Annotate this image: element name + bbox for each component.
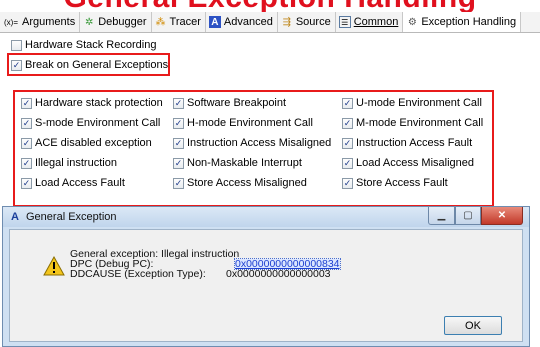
checkbox-checked-icon: ✓: [173, 117, 184, 129]
checkbox-label: Instruction Access Misaligned: [187, 137, 332, 149]
checkbox-checked-icon: ✓: [173, 157, 184, 169]
dialog-titlebar[interactable]: A General Exception ▁ ▢ ✕: [3, 207, 529, 227]
dialog-body: General exception: Illegal instruction D…: [9, 229, 523, 342]
exception-checkbox[interactable]: ✓ S-mode Environment Call: [21, 117, 160, 129]
checkbox-checked-icon: ✓: [342, 137, 353, 149]
page-banner-title: General Exception Handling: [0, 0, 540, 13]
advanced-icon: A: [208, 16, 221, 28]
tab-exception-handling[interactable]: ⚙ Exception Handling: [403, 12, 522, 32]
warning-icon: [43, 256, 65, 276]
checkbox-label: H-mode Environment Call: [187, 117, 313, 129]
checkbox-unchecked-icon: [11, 39, 22, 51]
tab-common[interactable]: ☰ Common: [336, 12, 404, 32]
checkbox-checked-icon: ✓: [21, 97, 32, 109]
exception-checkbox[interactable]: ✓ Illegal instruction: [21, 157, 117, 169]
checkbox-label: Load Access Misaligned: [356, 157, 475, 169]
ddcause-value: 0x0000000000000003: [226, 268, 331, 280]
checkbox-label: ACE disabled exception: [35, 137, 152, 149]
tab-label: Exception Handling: [421, 16, 517, 28]
checkbox-checked-icon: ✓: [11, 59, 22, 71]
checkbox-label: Hardware stack protection: [35, 97, 163, 109]
checkbox-label: S-mode Environment Call: [35, 117, 161, 129]
checkbox-checked-icon: ✓: [342, 157, 353, 169]
checkbox-label: Non-Maskable Interrupt: [187, 157, 302, 169]
checkbox-label: Store Access Fault: [356, 177, 448, 189]
checkbox-checked-icon: ✓: [21, 177, 32, 189]
exception-checkbox[interactable]: ✓ U-mode Environment Call: [342, 97, 482, 109]
checkbox-label: Load Access Fault: [35, 177, 125, 189]
tab-source[interactable]: ⇶ Source: [278, 12, 336, 32]
tab-debugger[interactable]: ✲ Debugger: [80, 12, 152, 32]
window-controls: ▁ ▢ ✕: [428, 207, 523, 225]
checkbox-checked-icon: ✓: [342, 177, 353, 189]
checkbox-label: Software Breakpoint: [187, 97, 287, 109]
exception-checkbox[interactable]: ✓ Store Access Fault: [342, 177, 448, 189]
exception-checkbox[interactable]: ✓ H-mode Environment Call: [173, 117, 313, 129]
checkbox-checked-icon: ✓: [173, 137, 184, 149]
trace-icon: ⁂: [155, 16, 166, 28]
checkbox-checked-icon: ✓: [21, 157, 32, 169]
launch-config-tabbar: (x)= Arguments ✲ Debugger ⁂ Tracer A Adv…: [0, 12, 540, 33]
exception-checkbox[interactable]: ✓ Load Access Misaligned: [342, 157, 474, 169]
tab-arguments[interactable]: (x)= Arguments: [0, 12, 81, 32]
gear-icon: ⚙: [407, 16, 417, 28]
minimize-button[interactable]: ▁: [428, 207, 455, 225]
tab-advanced[interactable]: A Advanced: [206, 12, 278, 32]
checkbox-label: Illegal instruction: [35, 157, 117, 169]
tab-label: Arguments: [22, 16, 76, 28]
exception-checkbox[interactable]: ✓ Instruction Access Misaligned: [173, 137, 331, 149]
tab-label: Common: [353, 16, 399, 28]
tab-tracer[interactable]: ⁂ Tracer: [152, 12, 206, 32]
ok-button[interactable]: OK: [444, 316, 502, 335]
dialog-title: General Exception: [26, 211, 117, 223]
hardware-stack-recording-checkbox[interactable]: Hardware Stack Recording: [11, 39, 156, 51]
common-icon: ☰: [338, 16, 351, 28]
checkbox-checked-icon: ✓: [342, 117, 353, 129]
tab-label: Tracer: [169, 16, 201, 28]
exception-checkbox[interactable]: ✓ Instruction Access Fault: [342, 137, 472, 149]
checkbox-checked-icon: ✓: [21, 117, 32, 129]
app-icon: A: [11, 211, 19, 223]
bug-icon: ✲: [85, 16, 94, 28]
arguments-icon: (x)=: [4, 17, 18, 27]
exception-checkbox[interactable]: ✓ Software Breakpoint: [173, 97, 286, 109]
maximize-button[interactable]: ▢: [455, 207, 481, 225]
exception-checkbox[interactable]: ✓ ACE disabled exception: [21, 137, 152, 149]
checkbox-checked-icon: ✓: [342, 97, 353, 109]
checkbox-checked-icon: ✓: [21, 137, 32, 149]
exception-checkbox[interactable]: ✓ Hardware stack protection: [21, 97, 163, 109]
exception-checkbox[interactable]: ✓ M-mode Environment Call: [342, 117, 483, 129]
exception-checkbox[interactable]: ✓ Non-Maskable Interrupt: [173, 157, 302, 169]
tab-label: Source: [295, 16, 331, 28]
exception-checkbox[interactable]: ✓ Store Access Misaligned: [173, 177, 307, 189]
checkbox-label: Instruction Access Fault: [356, 137, 473, 149]
source-icon: ⇶: [282, 16, 292, 28]
tab-label: Debugger: [98, 16, 147, 28]
ddcause-label: DDCAUSE (Exception Type):: [70, 268, 206, 280]
exception-message: General exception: Illegal instruction D…: [70, 249, 341, 280]
checkbox-checked-icon: ✓: [173, 97, 184, 109]
checkbox-label: M-mode Environment Call: [356, 117, 484, 129]
break-on-general-exceptions-checkbox[interactable]: ✓ Break on General Exceptions: [11, 59, 168, 71]
checkbox-label: Break on General Exceptions: [25, 59, 169, 71]
checkbox-label: U-mode Environment Call: [356, 97, 482, 109]
close-button[interactable]: ✕: [481, 207, 523, 225]
checkbox-label: Store Access Misaligned: [187, 177, 307, 189]
checkbox-checked-icon: ✓: [173, 177, 184, 189]
general-exception-dialog: A General Exception ▁ ▢ ✕ General except…: [2, 206, 530, 347]
checkbox-label: Hardware Stack Recording: [25, 39, 157, 51]
tab-label: Advanced: [223, 16, 273, 28]
exception-checkbox[interactable]: ✓ Load Access Fault: [21, 177, 125, 189]
